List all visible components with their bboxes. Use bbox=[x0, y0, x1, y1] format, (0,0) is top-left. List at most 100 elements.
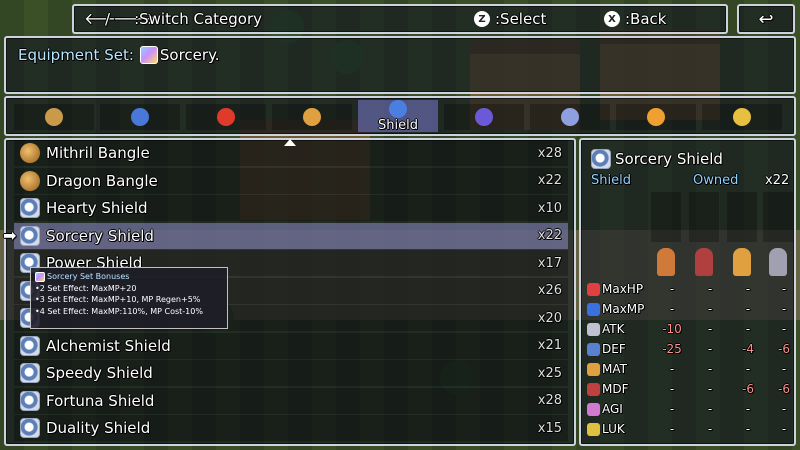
item-row[interactable]: Fortuna Shield x28 bbox=[14, 387, 568, 414]
category-tab-helmet[interactable] bbox=[444, 104, 524, 130]
category-tab-ring[interactable] bbox=[616, 104, 696, 130]
equipment-set-name: Sorcery. bbox=[159, 46, 220, 64]
stat-value: -6 bbox=[742, 382, 754, 396]
stat-value: -6 bbox=[778, 342, 790, 356]
luk-stat-icon bbox=[587, 422, 600, 436]
sword-icon bbox=[303, 108, 321, 126]
stat-name: MaxHP bbox=[602, 282, 644, 296]
item-name: Fortuna Shield bbox=[46, 391, 155, 410]
stat-value: - bbox=[669, 362, 675, 376]
party-member-sprite bbox=[733, 248, 751, 276]
item-type-label: Shield bbox=[591, 173, 631, 188]
x-key-icon: X bbox=[604, 11, 620, 27]
back-label: :Back bbox=[625, 10, 667, 28]
item-row[interactable]: Dragon Bangle x22 bbox=[14, 167, 568, 194]
key-icon bbox=[733, 108, 751, 126]
stat-name: AGI bbox=[602, 402, 623, 416]
stat-value: - bbox=[745, 322, 751, 336]
scroll-up-arrow-icon[interactable] bbox=[284, 139, 296, 146]
help-bar: 🡐 / 🡒 :Switch Category Z :Select X :Back bbox=[72, 4, 728, 34]
right-arrow-icon: 🡒 bbox=[113, 9, 156, 28]
back-button[interactable]: ↩ bbox=[737, 4, 795, 34]
shield-icon bbox=[389, 100, 407, 118]
stat-row-luk: LUK - - - - bbox=[587, 420, 790, 438]
item-name: Speedy Shield bbox=[46, 364, 153, 382]
stat-value: - bbox=[745, 302, 751, 316]
def-stat-icon bbox=[587, 342, 600, 356]
stat-value: - bbox=[781, 402, 787, 416]
stat-row-agi: AGI - - - - bbox=[587, 400, 790, 418]
item-row[interactable]: Duality Shield x15 bbox=[14, 415, 568, 441]
stat-row-mat: MAT - - - - bbox=[587, 360, 790, 378]
left-arrow-icon: 🡐 bbox=[84, 9, 127, 28]
stat-row-maxmp: MaxMP - - - - bbox=[587, 300, 790, 318]
stat-value: - bbox=[745, 422, 751, 436]
stat-row-maxhp: MaxHP - - - - bbox=[587, 280, 790, 298]
stat-value: - bbox=[707, 342, 713, 356]
item-row[interactable]: Speedy Shield x25 bbox=[14, 360, 568, 386]
stat-value: - bbox=[707, 282, 713, 296]
stat-value: - bbox=[669, 302, 675, 316]
category-tab-potion[interactable] bbox=[100, 104, 180, 130]
status-header: Shield Owned x22 bbox=[587, 170, 790, 192]
potion-icon bbox=[131, 108, 149, 126]
item-count: x22 bbox=[537, 173, 562, 188]
category-tab-sword[interactable] bbox=[272, 104, 352, 130]
item-row[interactable]: Sorcery Shield x22 bbox=[14, 222, 568, 249]
stat-value: - bbox=[707, 322, 713, 336]
shield-icon bbox=[20, 225, 40, 246]
item-name: Sorcery Shield bbox=[46, 226, 154, 245]
stat-value: -6 bbox=[778, 382, 790, 396]
stat-value: - bbox=[669, 382, 675, 396]
item-row[interactable]: Alchemist Shield x21 bbox=[14, 332, 568, 359]
stat-value: - bbox=[707, 302, 713, 316]
switch-category-label: :Switch Category bbox=[134, 10, 262, 28]
shield-icon bbox=[20, 198, 40, 218]
item-name: Alchemist Shield bbox=[46, 336, 171, 355]
stat-value: - bbox=[781, 322, 787, 336]
category-tab-key[interactable] bbox=[702, 104, 782, 130]
category-tab-shield[interactable]: Shield bbox=[358, 100, 438, 132]
item-count: x20 bbox=[537, 310, 562, 326]
category-tab-label: Shield bbox=[378, 118, 418, 133]
orb-icon bbox=[217, 108, 235, 126]
item-count: x25 bbox=[537, 365, 562, 381]
tooltip-title-text: Sorcery Set Bonuses bbox=[47, 272, 130, 281]
item-count: x28 bbox=[537, 393, 562, 408]
helmet-icon bbox=[475, 108, 493, 126]
tooltip-line: •4 Set Effect: MaxMP:110%, MP Cost-10% bbox=[35, 306, 203, 316]
actor-column-background bbox=[727, 192, 757, 242]
category-tab-orb[interactable] bbox=[186, 104, 266, 130]
shield-icon bbox=[20, 418, 40, 438]
stat-name: MAT bbox=[602, 362, 627, 376]
ring-icon bbox=[647, 108, 665, 126]
armor-icon bbox=[561, 108, 579, 126]
stat-row-mdf: MDF - - -6 -6 bbox=[587, 380, 790, 398]
mat-stat-icon bbox=[587, 362, 600, 376]
category-tab-bag[interactable] bbox=[14, 104, 94, 130]
tooltip-line: •3 Set Effect: MaxMP+10, MP Regen+5% bbox=[35, 295, 201, 304]
stat-name: DEF bbox=[602, 342, 626, 356]
select-label: :Select bbox=[495, 10, 547, 28]
stat-value: - bbox=[781, 422, 787, 436]
item-name: Duality Shield bbox=[46, 419, 151, 437]
selection-cursor-icon: ➡ bbox=[3, 226, 17, 245]
item-count: x21 bbox=[537, 338, 562, 353]
equipment-set-prefix: Equipment Set: bbox=[18, 46, 134, 64]
item-count: x17 bbox=[537, 255, 562, 271]
shield-icon bbox=[20, 363, 40, 383]
item-name: Hearty Shield bbox=[46, 199, 148, 217]
slash-separator: / bbox=[105, 10, 111, 28]
item-count: x15 bbox=[537, 420, 562, 436]
item-row[interactable]: Hearty Shield x10 bbox=[14, 195, 568, 221]
set-bonus-tooltip: Sorcery Set Bonuses •2 Set Effect: MaxMP… bbox=[30, 267, 228, 329]
stat-value: - bbox=[745, 402, 751, 416]
category-bar: Shield bbox=[4, 96, 796, 136]
category-tab-armor[interactable] bbox=[530, 104, 610, 130]
agi-stat-icon bbox=[587, 402, 600, 416]
bag-icon bbox=[45, 108, 63, 126]
shield-icon bbox=[20, 335, 40, 356]
sorcery-set-icon bbox=[139, 46, 158, 64]
stat-value: - bbox=[707, 362, 713, 376]
switch-category-hint: 🡐 / 🡒 :Switch Category bbox=[84, 10, 262, 28]
